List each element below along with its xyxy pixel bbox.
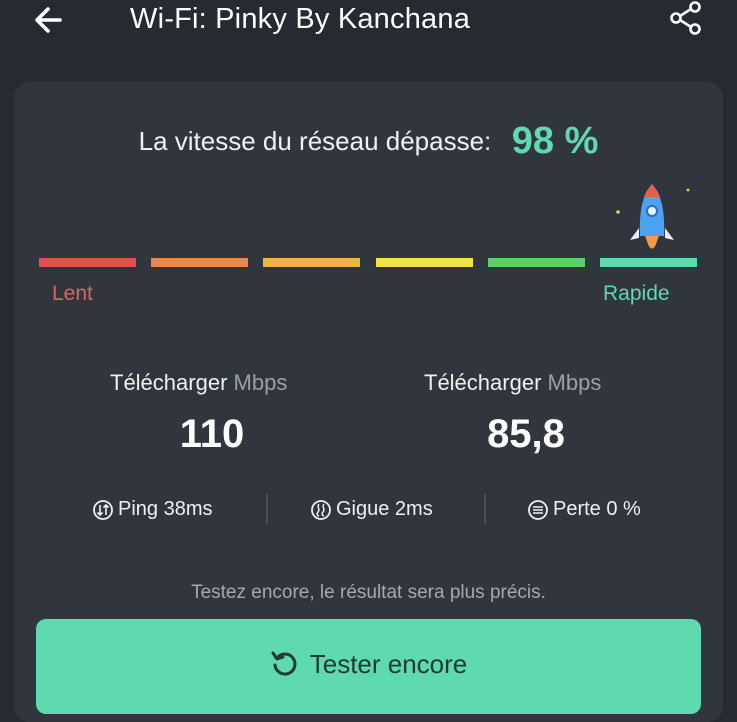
rocket-icon (616, 184, 690, 249)
scale-segment-1 (39, 258, 136, 267)
speed-percent: 98 % (511, 120, 599, 162)
loss-metric: Perte 0 % (527, 498, 641, 521)
refresh-icon (271, 651, 297, 676)
scale-segment-5 (488, 258, 585, 267)
loss-label: Perte 0 % (553, 498, 641, 520)
scale-segment-3 (263, 258, 360, 267)
upload-label: Télécharger (424, 370, 542, 395)
jitter-label: Gigue 2ms (336, 498, 433, 520)
ping-label: Ping 38ms (118, 498, 213, 520)
retest-hint: Testez encore, le résultat sera plus pré… (191, 582, 546, 603)
download-header: Télécharger Mbps (110, 370, 287, 396)
upload-value: 85,8 (487, 412, 565, 456)
arrow-left-icon (35, 7, 62, 33)
scale-slow-label: Lent (52, 282, 93, 305)
speed-label: La vitesse du réseau dépasse: (138, 126, 492, 156)
ping-icon (93, 499, 113, 520)
upload-unit: Mbps (547, 370, 602, 395)
download-value: 110 (179, 412, 245, 456)
download-label: Télécharger (110, 370, 228, 395)
share-button[interactable] (668, 0, 704, 36)
scale-fast-label: Rapide (603, 282, 670, 305)
app-header: Wi-Fi: Pinky By Kanchana (0, 0, 737, 68)
metric-divider (484, 494, 486, 524)
packet-loss-icon (528, 499, 548, 520)
jitter-icon (311, 499, 331, 520)
page-title: Wi-Fi: Pinky By Kanchana (130, 3, 471, 35)
retest-button-content: Tester encore (270, 647, 468, 681)
metric-divider (266, 494, 268, 524)
scale-segment-4 (376, 258, 473, 267)
share-icon (670, 1, 701, 35)
back-button[interactable] (30, 2, 70, 38)
jitter-metric: Gigue 2ms (310, 498, 433, 521)
speed-summary: La vitesse du réseau dépasse: 98 % (0, 120, 737, 163)
retest-label: Tester encore (309, 648, 468, 679)
scale-segment-2 (151, 258, 248, 267)
ping-metric: Ping 38ms (92, 498, 213, 521)
download-unit: Mbps (233, 370, 288, 395)
upload-header: Télécharger Mbps (424, 370, 601, 396)
